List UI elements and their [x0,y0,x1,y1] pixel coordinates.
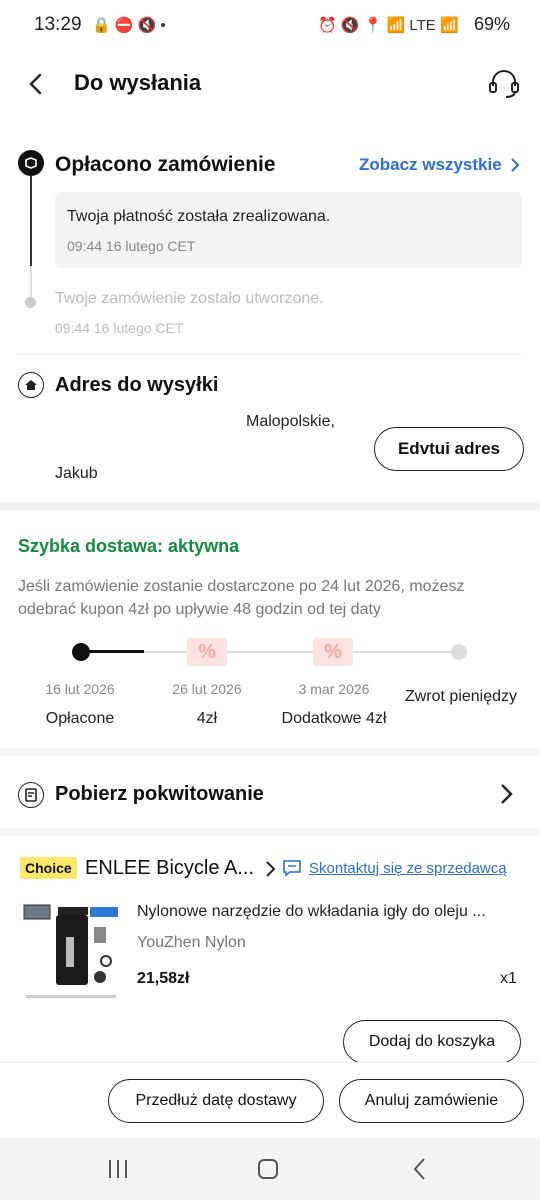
product-variant: YouZhen Nylon [137,934,246,951]
timeline-dot-active [18,150,44,176]
product-quantity: x1 [500,970,517,987]
progress-line-filled [82,650,144,653]
step-label: Zwrot pieniędzy [404,688,518,705]
choice-badge: Choice [20,857,77,879]
timeline-dot-inactive [25,297,36,308]
section-separator [0,828,540,836]
receipt-icon [18,782,44,808]
recent-apps-icon[interactable] [106,1158,130,1180]
support-button[interactable] [486,66,522,102]
progress-step-4-dot [451,644,467,660]
fast-delivery-description: Jeśli zamówienie zostanie dostarczone po… [18,578,465,618]
page-title: Do wysłania [74,70,202,95]
box-icon [25,157,37,169]
receipt-label: Pobierz pokwitowanie [55,783,264,805]
status-icons-right: ⏰ 🔇 📍 📶 LTE 📶 [318,17,459,34]
payment-time: 09:44 16 lutego CET [67,238,196,254]
chat-icon [283,860,301,877]
chevron-left-icon [29,73,42,95]
headset-icon [489,70,519,98]
system-navigation-bar [0,1138,540,1200]
section-separator [0,748,540,756]
progress-step-1-dot [72,643,90,661]
contact-seller-label: Skontaktuj się ze sprzedawcą [309,859,507,877]
step-label: Dodatkowe 4zł [281,710,387,727]
add-to-cart-button[interactable]: Dodaj do koszyka [343,1020,521,1064]
section-separator [0,502,540,510]
product-image[interactable] [22,897,120,1003]
status-bar: 13:29 🔒 ⛔ 🔇 • ⏰ 🔇 📍 📶 LTE 📶 69% [0,0,540,54]
timeline-line-active [30,176,32,266]
address-title: Adres do wysyłki [55,374,219,396]
step-date: 16 lut 2026 [45,681,115,697]
step-date: 3 mar 2026 [298,681,370,697]
product-price: 21,58zł [137,970,190,987]
coupon-icon: % [187,638,227,666]
home-button-icon[interactable] [256,1157,280,1181]
store-name: ENLEE Bicycle A... [85,857,254,879]
step-date: 26 lut 2026 [172,681,242,697]
see-all-link[interactable]: Zobacz wszystkie [359,155,524,175]
extend-delivery-button[interactable]: Przedłuż datę dostawy [108,1079,324,1123]
bottom-action-bar: Przedłuż datę dostawy Anuluj zamówienie [0,1062,540,1139]
see-all-label: Zobacz wszystkie [359,155,502,174]
payment-card: Twoja płatność została zrealizowana. 09:… [55,192,522,268]
home-icon-wrap [18,372,44,398]
payment-message: Twoja płatność została zrealizowana. [67,208,331,225]
chevron-right-icon [266,860,276,877]
store-link[interactable]: ENLEE Bicycle A... [85,857,278,880]
address-region: Malopolskie, [246,413,335,430]
status-battery: 69% [473,14,510,34]
coupon-icon: % [313,638,353,666]
contact-seller-link[interactable]: Skontaktuj się ze sprzedawcą [282,859,507,877]
step-label: Opłacone [45,710,115,727]
product-title[interactable]: Nylonowe narzędzie do wkładania igły do … [137,903,522,921]
step-label: 4zł [196,710,218,727]
receipt-row[interactable]: Pobierz pokwitowanie [0,756,540,828]
divider [18,354,522,355]
back-button[interactable] [22,70,50,98]
created-message: Twoje zamówienie zostało utworzone. [55,290,324,307]
chevron-right-icon [510,158,520,172]
chevron-right-icon [501,784,513,804]
address-name: Jakub [55,465,98,482]
status-icons-left: 🔒 ⛔ 🔇 • [92,17,166,34]
paid-status-title: Opłacono zamówienie [55,153,276,176]
status-time: 13:29 [34,14,82,35]
cancel-order-button[interactable]: Anuluj zamówienie [339,1079,524,1123]
fast-delivery-title: Szybka dostawa: aktywna [18,536,240,556]
back-nav-icon[interactable] [412,1157,428,1181]
created-time: 09:44 16 lutego CET [55,320,184,336]
home-icon [25,380,37,390]
edit-address-button[interactable]: Edvtui adres [374,427,524,471]
app-header: Do wysłania [0,54,540,116]
